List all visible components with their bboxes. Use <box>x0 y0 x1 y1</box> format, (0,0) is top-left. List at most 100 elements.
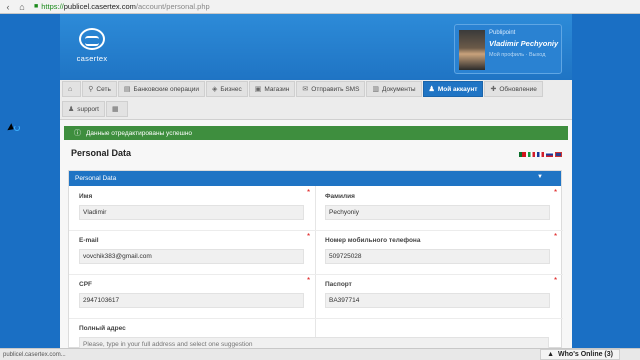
profile-brand: Publipoint <box>489 30 516 36</box>
passport-input[interactable] <box>325 293 550 308</box>
page-title: Personal Data <box>71 148 132 158</box>
casertex-logo[interactable]: casertex <box>72 28 112 68</box>
cpf-input[interactable] <box>79 293 304 308</box>
tab-shop[interactable]: ▣ Магазин <box>248 81 296 97</box>
flag-russia-icon[interactable] <box>546 152 553 157</box>
back-icon[interactable]: ‹ <box>2 1 14 13</box>
tab-notes[interactable]: ▦ <box>105 101 128 117</box>
tab-business[interactable]: ◈ Бизнес <box>205 81 248 97</box>
tab-label: support <box>77 105 99 113</box>
refresh-icon: ✚ <box>490 86 497 93</box>
lock-icon: ■ <box>34 3 39 10</box>
tab-label: Магазин <box>264 85 290 93</box>
tab-label: Отправить SMS <box>311 85 360 93</box>
personal-data-panel: Personal Data ▼ Имя * Фамилия * <box>68 170 565 352</box>
tab-update[interactable]: ✚ Обновление <box>484 81 543 97</box>
tab-my-account[interactable]: ♟ Мой аккаунт <box>422 81 484 97</box>
tab-label: Мой аккаунт <box>437 85 478 93</box>
success-alert: ⓘ Данные отредактированы успешно <box>64 126 568 140</box>
profile-name: Vladimir Pechyoniy <box>489 39 559 48</box>
required-marker: * <box>554 276 558 285</box>
passport-field: Паспорт <box>325 281 565 308</box>
logo-mark-icon <box>79 28 105 50</box>
language-flags <box>519 152 562 157</box>
last-name-label: Фамилия <box>325 193 355 200</box>
mobile-input[interactable] <box>325 249 550 264</box>
tab-network[interactable]: ⚲ Сеть <box>82 81 117 97</box>
profile-info: Publipoint Vladimir Pechyoniy Мой профил… <box>489 30 558 58</box>
tab-label: Документы <box>382 85 416 93</box>
tab-support[interactable]: ♟ support <box>62 101 105 117</box>
tab-row-1: ⌂ ⚲ Сеть ▤ Банковские операции ◈ Бизнес ▣ Ма… <box>60 80 572 98</box>
whos-online-button[interactable]: ▲ Who's Online (3) <box>540 349 620 360</box>
mobile-field: Номер мобильного телефона <box>325 237 565 264</box>
email-label: E-mail <box>79 237 99 244</box>
tab-label: Сеть <box>96 85 111 93</box>
panel-header[interactable]: Personal Data ▼ <box>69 171 561 186</box>
mail-icon: ✉ <box>302 86 309 93</box>
alert-text: Данные отредактированы успешно <box>86 129 193 137</box>
home-icon: ⌂ <box>68 85 73 93</box>
browser-toolbar: ‹ ⌂ ■ https:// publicel.casertex.com /ac… <box>0 0 640 14</box>
flag-portugal-icon[interactable] <box>519 152 526 157</box>
required-marker: * <box>554 188 558 197</box>
mobile-label: Номер мобильного телефона <box>325 237 421 244</box>
last-name-field: Фамилия <box>325 193 565 220</box>
notes-icon: ▦ <box>111 106 119 113</box>
main-content: ⓘ Данные отредактированы успешно Persona… <box>60 120 572 352</box>
network-icon: ⚲ <box>88 86 94 93</box>
first-name-label: Имя <box>79 193 93 200</box>
site-wrapper: casertex Publipoint Vladimir Pechyoniy М… <box>60 14 572 352</box>
user-icon: ♟ <box>428 86 435 93</box>
required-marker: * <box>307 232 311 241</box>
avatar[interactable] <box>459 30 485 70</box>
whos-online-label: Who's Online (3) <box>558 351 613 358</box>
panel-title: Personal Data <box>75 175 117 182</box>
tab-banking[interactable]: ▤ Банковские операции <box>117 81 205 97</box>
first-name-field: Имя <box>79 193 319 220</box>
tag-icon: ◈ <box>211 86 218 93</box>
page-background: casertex Publipoint Vladimir Pechyoniy М… <box>0 14 640 352</box>
last-name-input[interactable] <box>325 205 550 220</box>
tab-documents[interactable]: ▥ Документы <box>366 81 422 97</box>
tab-label: Банковские операции <box>133 85 199 93</box>
cart-icon: ▣ <box>254 86 262 93</box>
chevron-up-icon: ▲ <box>547 351 555 358</box>
site-header: casertex Publipoint Vladimir Pechyoniy М… <box>60 14 572 80</box>
support-icon: ♟ <box>68 106 75 113</box>
row-divider <box>69 230 563 231</box>
email-input[interactable] <box>79 249 304 264</box>
flag-italy-icon[interactable] <box>528 152 535 157</box>
flag-uk-icon[interactable] <box>555 152 562 157</box>
document-icon: ▥ <box>372 86 380 93</box>
cpf-field: CPF <box>79 281 319 308</box>
url-path: /account/personal.php <box>135 2 210 11</box>
required-marker: * <box>307 276 311 285</box>
required-marker: * <box>554 232 558 241</box>
tab-row-2: ♟ support ▦ <box>60 100 572 118</box>
bank-icon: ▤ <box>123 86 131 93</box>
tab-home[interactable]: ⌂ <box>62 81 82 97</box>
flag-france-icon[interactable] <box>537 152 544 157</box>
required-marker: * <box>307 188 311 197</box>
profile-box: Publipoint Vladimir Pechyoniy Мой профил… <box>454 24 562 74</box>
passport-label: Паспорт <box>325 281 352 288</box>
tab-label: Бизнес <box>220 85 242 93</box>
profile-links[interactable]: Мой профиль · Выход <box>489 52 558 58</box>
first-name-input[interactable] <box>79 205 304 220</box>
url-scheme: https:// <box>41 2 64 11</box>
home-icon[interactable]: ⌂ <box>16 1 28 13</box>
status-text: publicel.casertex.com... <box>3 351 66 358</box>
email-field: E-mail <box>79 237 319 264</box>
url-host: publicel.casertex.com <box>63 2 136 11</box>
cpf-label: CPF <box>79 281 92 288</box>
address-bar[interactable]: ■ https:// publicel.casertex.com /accoun… <box>34 1 210 12</box>
chevron-down-icon[interactable]: ▼ <box>537 174 543 180</box>
row-divider <box>69 318 563 319</box>
logo-text: casertex <box>76 54 108 63</box>
info-icon: ⓘ <box>74 130 81 137</box>
loading-spinner-icon <box>14 125 20 131</box>
tab-label: Обновление <box>499 85 537 93</box>
tab-send-sms[interactable]: ✉ Отправить SMS <box>296 81 366 97</box>
main-nav-tabs: ⌂ ⚲ Сеть ▤ Банковские операции ◈ Бизнес ▣ Ма… <box>60 80 572 120</box>
